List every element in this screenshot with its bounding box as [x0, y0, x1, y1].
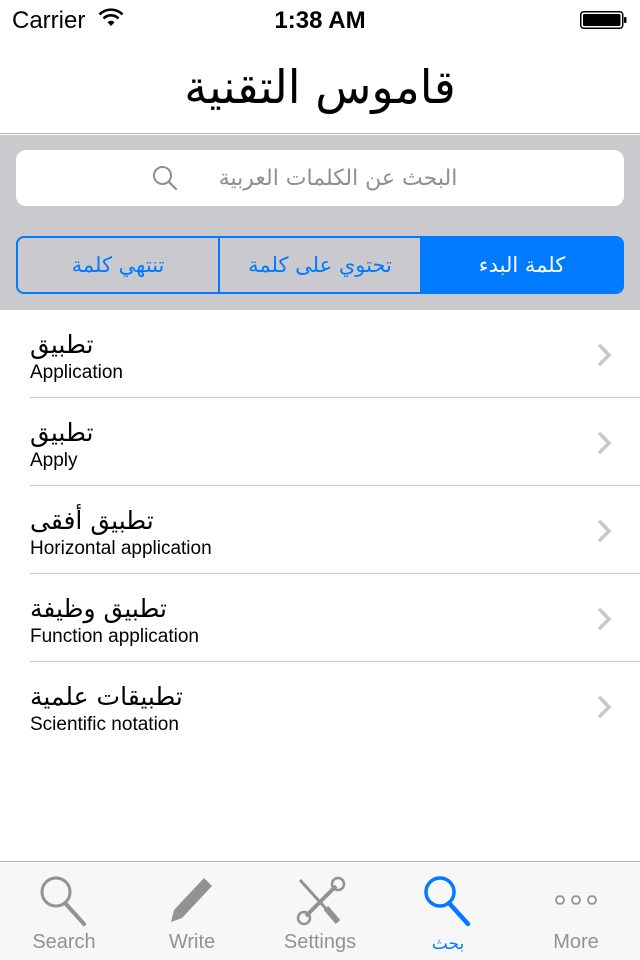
tab-label: Search: [32, 931, 96, 953]
tab-label: بحث: [431, 934, 465, 954]
tab-label: Write: [168, 931, 216, 953]
english-term: Application: [30, 362, 123, 383]
list-item[interactable]: تطبيق وظيفة Function application: [0, 574, 640, 662]
arabic-term: تطبيق: [30, 330, 94, 359]
chevron-right-icon: [597, 343, 612, 367]
pencil-icon: [171, 878, 212, 922]
tab-arabic-search[interactable]: بحث: [384, 862, 512, 960]
results-list: تطبيق Application تطبيق Apply تطبيق أفقى…: [0, 310, 640, 750]
page-title: قاموس التقنية: [184, 59, 456, 114]
arabic-term: تطبيق أفقى: [30, 506, 154, 535]
english-term: Horizontal application: [30, 538, 212, 559]
tab-write[interactable]: Write: [128, 862, 256, 960]
english-term: Apply: [30, 450, 78, 471]
tab-label: Settings: [283, 931, 357, 953]
chevron-right-icon: [597, 695, 612, 719]
segment-contains[interactable]: تحتوي على كلمة: [218, 238, 420, 292]
chevron-right-icon: [597, 431, 612, 455]
tools-icon: [296, 876, 346, 926]
more-icon: [555, 895, 597, 905]
english-term: Scientific notation: [30, 714, 179, 735]
search-mode-segmented-control: كلمة البدء تحتوي على كلمة تنتهي كلمة: [16, 236, 624, 294]
english-term: Function application: [30, 626, 199, 647]
arabic-term: تطبيق وظيفة: [30, 594, 167, 623]
arabic-term: تطبيقات علمية: [30, 682, 183, 711]
tab-search[interactable]: Search: [0, 862, 128, 960]
tab-bar: Search Write Settings بحث More: [0, 861, 640, 960]
search-icon: [40, 876, 86, 926]
search-input[interactable]: [188, 165, 488, 191]
segment-starts-with[interactable]: كلمة البدء: [420, 238, 622, 292]
tab-more[interactable]: More: [512, 862, 640, 960]
chevron-right-icon: [597, 519, 612, 543]
search-icon: [153, 166, 178, 191]
status-bar: Carrier 1:38 AM: [0, 0, 640, 40]
list-item[interactable]: تطبيق Application: [0, 310, 640, 398]
list-item[interactable]: تطبيقات علمية Scientific notation: [0, 662, 640, 750]
search-icon: [424, 876, 471, 927]
clock: 1:38 AM: [274, 7, 366, 34]
chevron-right-icon: [597, 607, 612, 631]
battery-icon: [580, 11, 627, 29]
list-item[interactable]: تطبيق Apply: [0, 398, 640, 486]
search-area: كلمة البدء تحتوي على كلمة تنتهي كلمة: [0, 135, 640, 310]
tab-settings[interactable]: Settings: [256, 862, 384, 960]
segment-ends-with[interactable]: تنتهي كلمة: [18, 238, 218, 292]
list-item[interactable]: تطبيق أفقى Horizontal application: [0, 486, 640, 574]
arabic-term: تطبيق: [30, 418, 94, 447]
search-field[interactable]: [16, 150, 624, 206]
navigation-bar: قاموس التقنية: [0, 40, 640, 134]
tab-label: More: [553, 931, 599, 953]
